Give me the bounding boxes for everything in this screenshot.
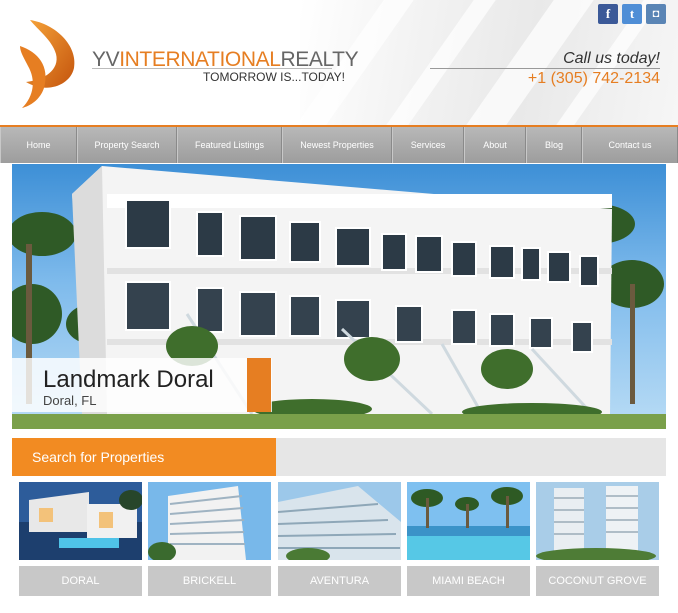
call-us-label: Call us today!: [563, 50, 660, 67]
coconut-grove-photo: [536, 482, 659, 560]
facebook-icon[interactable]: f: [598, 4, 618, 24]
area-image-miami-beach[interactable]: [407, 482, 530, 560]
instagram-icon[interactable]: ◘: [646, 4, 666, 24]
area-button-miami-beach[interactable]: MIAMI BEACH: [407, 566, 530, 596]
area-button-doral[interactable]: DORAL: [19, 566, 142, 596]
search-properties-heading[interactable]: Search for Properties: [12, 438, 276, 476]
area-image-aventura[interactable]: [278, 482, 401, 560]
brickell-photo: [148, 482, 271, 560]
site-header: YVINTERNATIONALREALTY TOMORROW IS...TODA…: [0, 0, 678, 125]
logo-icon[interactable]: [16, 16, 80, 110]
nav-item-blog[interactable]: Blog: [526, 127, 582, 163]
area-button-coconut-grove[interactable]: COCONUT GROVE: [536, 566, 659, 596]
area-button-aventura[interactable]: AVENTURA: [278, 566, 401, 596]
nav-item-property-search[interactable]: Property Search: [77, 127, 177, 163]
area-image-brickell[interactable]: [148, 482, 271, 560]
logo-divider: [92, 68, 332, 69]
hero-title[interactable]: Landmark Doral: [43, 366, 214, 394]
hero-caption-accent: [247, 358, 271, 412]
phone-number[interactable]: +1 (305) 742-2134: [528, 70, 660, 88]
nav-item-newest-properties[interactable]: Newest Properties: [282, 127, 392, 163]
aventura-photo: [278, 482, 401, 560]
nav-item-about[interactable]: About: [464, 127, 526, 163]
area-image-coconut-grove[interactable]: [536, 482, 659, 560]
nav-item-contact-us[interactable]: Contact us: [582, 127, 678, 163]
twitter-icon[interactable]: t: [622, 4, 642, 24]
hero-location: Doral, FL: [43, 393, 97, 408]
area-button-brickell[interactable]: BRICKELL: [148, 566, 271, 596]
main-nav: Home Property Search Featured Listings N…: [0, 125, 678, 163]
brand-tagline: TOMORROW IS...TODAY!: [203, 70, 346, 84]
contact-divider: [430, 68, 660, 69]
nav-item-home[interactable]: Home: [0, 127, 77, 163]
miami-beach-photo: [407, 482, 530, 560]
nav-item-services[interactable]: Services: [392, 127, 464, 163]
doral-photo: [19, 482, 142, 560]
area-image-doral[interactable]: [19, 482, 142, 560]
nav-item-featured-listings[interactable]: Featured Listings: [177, 127, 282, 163]
